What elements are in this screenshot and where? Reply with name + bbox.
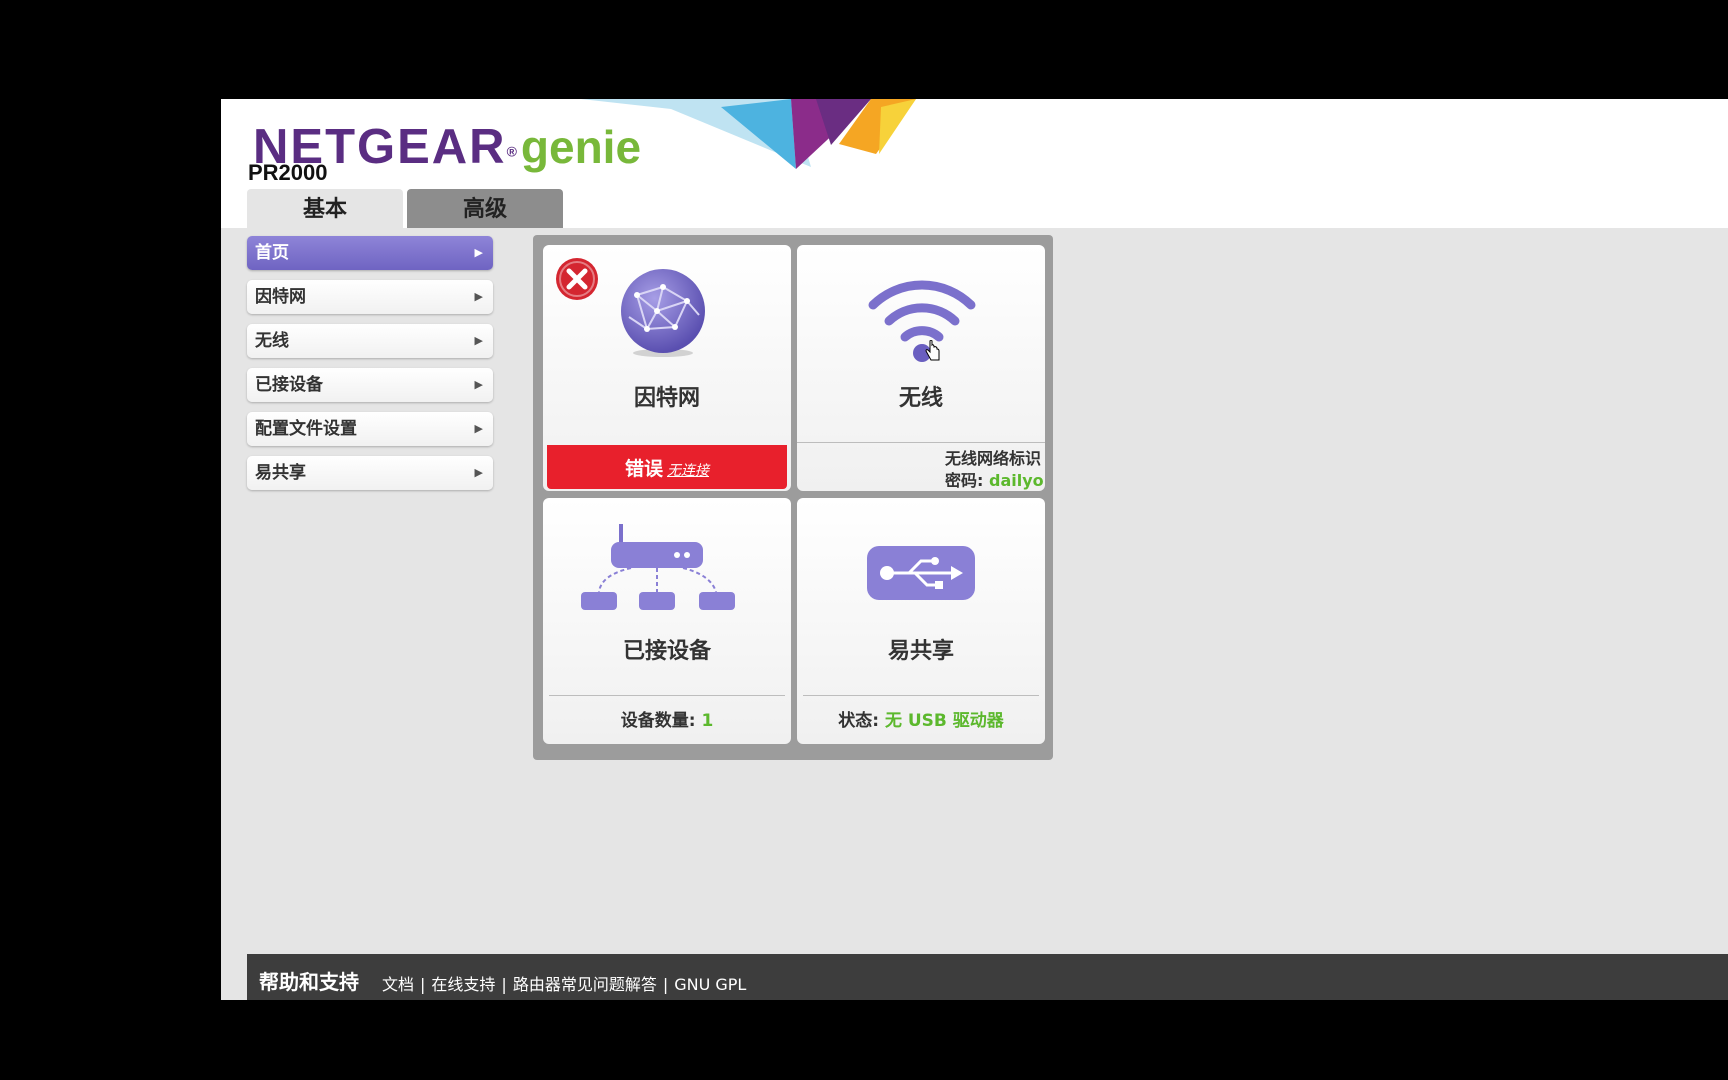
tile-share-title: 易共享 xyxy=(887,639,954,664)
footer-link-online-support[interactable]: 在线支持 xyxy=(431,975,495,994)
sidebar-item-wireless[interactable]: 无线 ▶ xyxy=(247,324,493,358)
wireless-password-label: 密码: xyxy=(945,471,984,490)
router-admin-page: NETGEAR®genie PR2000 基本 高级 首页 ▶ 因特网 ▶ 无线… xyxy=(221,99,1728,1000)
globe-icon xyxy=(621,269,705,357)
sidebar-item-label: 首页 xyxy=(255,243,289,263)
help-footer: 帮助和支持 文档 | 在线支持 | 路由器常见问题解答 | GNU GPL xyxy=(247,954,1728,1000)
arrow-right-icon: ▶ xyxy=(474,290,483,303)
tile-readyshare[interactable]: 易共享 状态: 无 USB 驱动器 xyxy=(797,498,1045,744)
hand-cursor-icon xyxy=(925,340,940,361)
footer-link-docs[interactable]: 文档 xyxy=(382,975,414,994)
router-model: PR2000 xyxy=(248,160,328,185)
divider: | xyxy=(420,975,426,994)
sidebar-item-internet[interactable]: 因特网 ▶ xyxy=(247,280,493,314)
share-status-value: 无 USB 驱动器 xyxy=(884,711,1004,731)
error-icon xyxy=(556,258,598,300)
tile-wireless[interactable]: 无线 无线网络标识 密码: dailyo xyxy=(797,245,1045,491)
tile-internet-title: 因特网 xyxy=(633,386,700,411)
devices-count-value: 1 xyxy=(701,711,714,731)
arrow-right-icon: ▶ xyxy=(474,466,483,479)
brand-mark: ® xyxy=(506,143,517,160)
sidebar-item-home[interactable]: 首页 ▶ xyxy=(247,236,493,270)
tile-attached-devices[interactable]: 已接设备 设备数量: 1 xyxy=(543,498,791,744)
share-info: 状态: 无 USB 驱动器 xyxy=(803,695,1039,744)
devices-info: 设备数量: 1 xyxy=(549,695,785,744)
network-devices-icon xyxy=(581,524,735,610)
sidebar-item-label: 配置文件设置 xyxy=(255,419,357,439)
wireless-password-value: dailyo xyxy=(988,471,1044,490)
wireless-info: 无线网络标识 密码: dailyo xyxy=(797,442,1045,491)
arrow-right-icon: ▶ xyxy=(474,246,483,259)
arrow-right-icon: ▶ xyxy=(474,334,483,347)
sidebar-item-label: 无线 xyxy=(255,331,289,351)
dashboard: 因特网 错误 无连接 无线 无线网络标识 密码: dailyo 已接设备 设备数… xyxy=(533,235,1053,760)
internet-status: 错误 xyxy=(624,458,663,480)
usb-icon xyxy=(867,546,975,600)
devices-count-label: 设备数量: xyxy=(620,711,696,731)
tile-wireless-title: 无线 xyxy=(898,386,943,411)
share-status-label: 状态: xyxy=(838,711,880,731)
footer-title: 帮助和支持 xyxy=(259,970,359,994)
product-name: genie xyxy=(520,121,642,173)
sidebar: 首页 ▶ 因特网 ▶ 无线 ▶ 已接设备 ▶ 配置文件设置 ▶ 易共享 ▶ xyxy=(247,236,493,500)
internet-status-detail[interactable]: 无连接 xyxy=(667,463,709,479)
footer-link-gpl[interactable]: GNU GPL xyxy=(674,975,746,994)
internet-status-bar: 错误 无连接 xyxy=(547,445,787,489)
sidebar-item-profile-settings[interactable]: 配置文件设置 ▶ xyxy=(247,412,493,446)
divider: | xyxy=(662,975,669,994)
divider: | xyxy=(501,975,507,994)
tab-basic[interactable]: 基本 xyxy=(247,189,403,228)
sidebar-item-label: 易共享 xyxy=(255,463,306,483)
sidebar-item-readyshare[interactable]: 易共享 ▶ xyxy=(247,456,493,490)
sidebar-item-attached-devices[interactable]: 已接设备 ▶ xyxy=(247,368,493,402)
arrow-right-icon: ▶ xyxy=(474,422,483,435)
wifi-icon xyxy=(868,280,976,362)
tile-devices-title: 已接设备 xyxy=(622,639,711,664)
sidebar-item-label: 已接设备 xyxy=(255,375,323,395)
sidebar-item-label: 因特网 xyxy=(255,287,306,307)
wireless-ssid-label: 无线网络标识 xyxy=(945,449,1042,468)
tab-advanced[interactable]: 高级 xyxy=(407,189,563,228)
arrow-right-icon: ▶ xyxy=(474,378,483,391)
footer-link-faq[interactable]: 路由器常见问题解答 xyxy=(513,975,657,994)
tile-internet[interactable]: 因特网 错误 无连接 xyxy=(543,245,791,491)
